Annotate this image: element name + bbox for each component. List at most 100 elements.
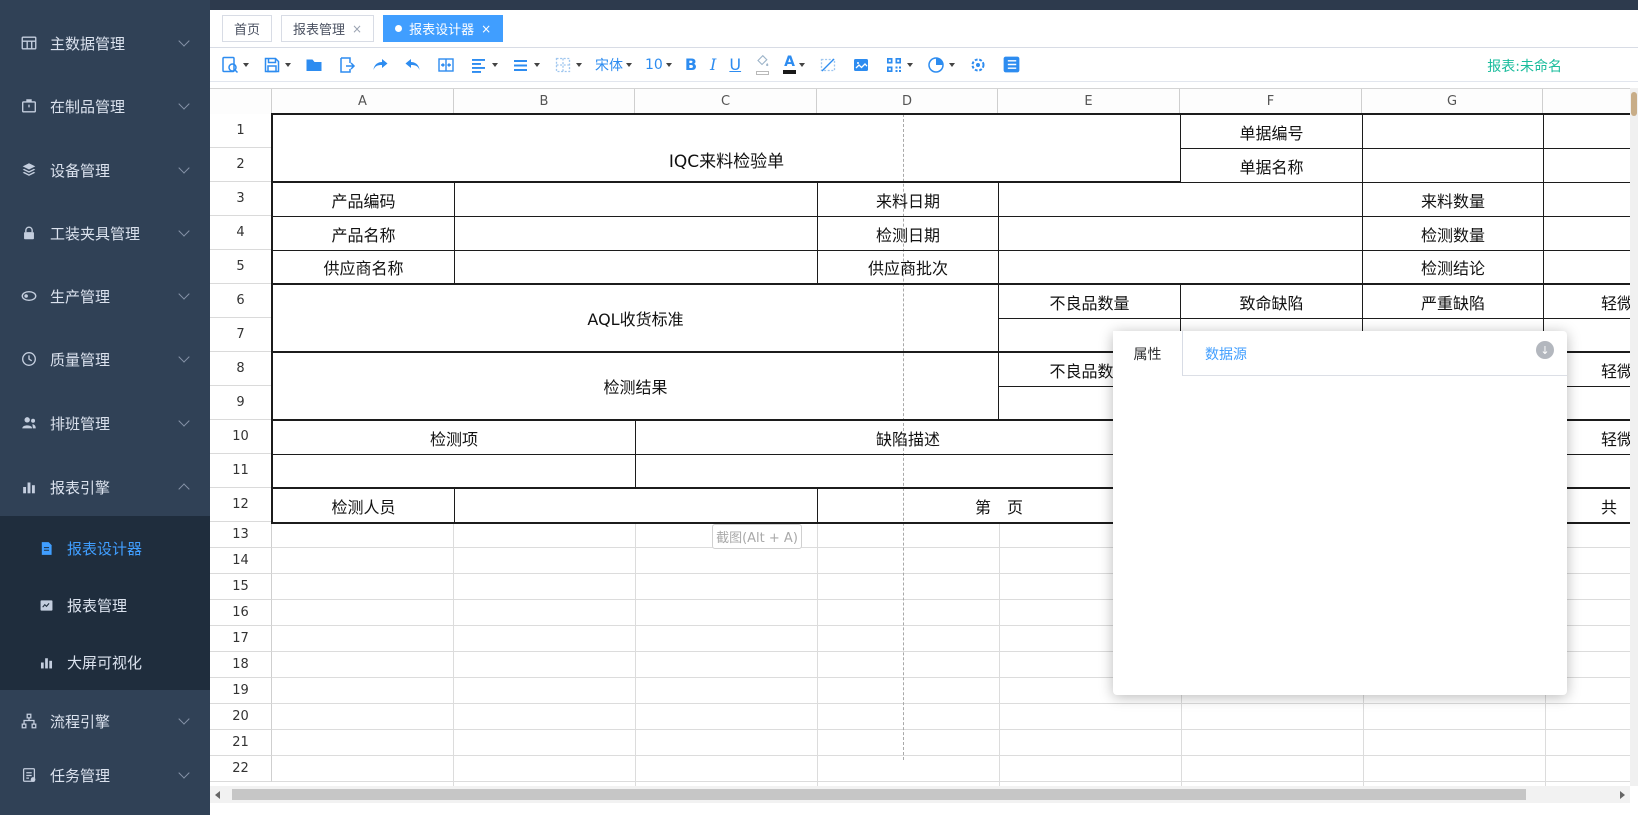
cell-incoming-date-label[interactable]: 来料日期: [817, 182, 999, 217]
row-header-15[interactable]: 15: [210, 574, 272, 600]
panel-toggle-button[interactable]: [1001, 54, 1022, 75]
horizontal-scrollbar-thumb[interactable]: [232, 789, 1526, 800]
row-header-11[interactable]: 11: [210, 454, 272, 488]
row-header-10[interactable]: 10: [210, 420, 272, 454]
align-button[interactable]: [469, 55, 498, 75]
row-header-4[interactable]: 4: [210, 216, 272, 250]
cell-doc-name-label[interactable]: 单据名称: [1180, 148, 1363, 183]
bold-button[interactable]: B: [685, 55, 697, 74]
open-button[interactable]: [304, 55, 324, 75]
row-header-22[interactable]: 22: [210, 756, 272, 782]
undo-button[interactable]: [403, 55, 423, 75]
line-style-button[interactable]: [511, 55, 540, 75]
sidebar-item-equipment[interactable]: 设备管理: [0, 146, 210, 194]
cell-row11[interactable]: [272, 454, 636, 489]
horizontal-scrollbar[interactable]: [210, 786, 1630, 803]
cell-supplier-batch-label[interactable]: 供应商批次: [817, 250, 999, 285]
tab-report-mgmt[interactable]: 报表管理 ×: [281, 15, 374, 42]
column-header-E[interactable]: E: [998, 89, 1180, 115]
sidebar-item-tooling[interactable]: 工装夹具管理: [0, 209, 210, 257]
cell-doc-no-value[interactable]: [1362, 114, 1544, 149]
cell-aql-label[interactable]: AQL收货标准: [272, 284, 999, 353]
italic-button[interactable]: I: [710, 55, 716, 74]
merge-cells-button[interactable]: [436, 55, 456, 75]
cell-product-name-value[interactable]: [454, 216, 818, 251]
column-header-C[interactable]: C: [635, 89, 817, 115]
cell-product-code-value[interactable]: [454, 182, 818, 217]
cell-minor-label[interactable]: 轻微: [1543, 284, 1638, 319]
column-header-F[interactable]: F: [1180, 89, 1362, 115]
cell-incoming-qty-value[interactable]: [1543, 182, 1638, 217]
panel-tab-datasource[interactable]: 数据源: [1183, 331, 1269, 376]
row-header-20[interactable]: 20: [210, 704, 272, 730]
borders-button[interactable]: [553, 55, 582, 75]
chart-button[interactable]: [926, 55, 955, 75]
remove-image-button[interactable]: [818, 55, 838, 75]
row-header-2[interactable]: 2: [210, 148, 272, 182]
cell-supplier-name-value[interactable]: [454, 250, 818, 285]
cell-inspector-value[interactable]: [454, 488, 818, 523]
cell-item-label[interactable]: 检测项: [272, 420, 636, 455]
sidebar-item-big-screen[interactable]: 大屏可视化: [0, 639, 210, 685]
row-header-19[interactable]: 19: [210, 678, 272, 704]
cell-result-label[interactable]: 检测结果: [272, 352, 999, 421]
cell-inspector-label[interactable]: 检测人员: [272, 488, 455, 523]
row-header-16[interactable]: 16: [210, 600, 272, 626]
cell-inspect-date-label[interactable]: 检测日期: [817, 216, 999, 251]
column-header-A[interactable]: A: [272, 89, 454, 115]
cell-defect-desc-label[interactable]: 缺陷描述: [635, 420, 1181, 455]
tab-home[interactable]: 首页: [222, 15, 272, 42]
sidebar-item-report-designer[interactable]: 报表设计器: [0, 525, 210, 571]
row-header-12[interactable]: 12: [210, 488, 272, 522]
cell-row11[interactable]: [635, 454, 1181, 489]
sidebar-item-report-engine[interactable]: 报表引擎: [0, 463, 210, 511]
cell-defect-qty-label[interactable]: 不良品数量: [998, 284, 1181, 319]
cell-doc-name-value2[interactable]: [1543, 148, 1638, 183]
sheet-corner[interactable]: [210, 89, 272, 115]
cell-inspect-qty-value[interactable]: [1543, 216, 1638, 251]
column-header-D[interactable]: D: [817, 89, 998, 115]
cell-supplier-name-label[interactable]: 供应商名称: [272, 250, 455, 285]
sidebar-item-scheduling[interactable]: 排班管理: [0, 399, 210, 447]
row-header-1[interactable]: 1: [210, 114, 272, 148]
row-header-8[interactable]: 8: [210, 352, 272, 386]
column-header-H[interactable]: H: [1543, 89, 1638, 115]
column-header-B[interactable]: B: [454, 89, 635, 115]
redo-button[interactable]: [370, 55, 390, 75]
tab-report-designer[interactable]: 报表设计器 ×: [383, 15, 503, 42]
cell-incoming-date-value[interactable]: [998, 182, 1363, 217]
insert-image-button[interactable]: [851, 55, 871, 75]
row-header-3[interactable]: 3: [210, 182, 272, 216]
cell-fatal-label[interactable]: 致命缺陷: [1180, 284, 1363, 319]
cell-doc-no-label[interactable]: 单据编号: [1180, 114, 1363, 149]
row-header-5[interactable]: 5: [210, 250, 272, 284]
cell-inspect-date-value[interactable]: [998, 216, 1363, 251]
font-size-select[interactable]: 10: [645, 57, 672, 73]
download-button[interactable]: ↓: [1536, 341, 1554, 359]
cell-conclusion-value[interactable]: [1543, 250, 1638, 285]
row-header-9[interactable]: 9: [210, 386, 272, 420]
row-header-18[interactable]: 18: [210, 652, 272, 678]
export-button[interactable]: [337, 55, 357, 75]
cell-inspect-qty-label[interactable]: 检测数量: [1362, 216, 1544, 251]
row-header-14[interactable]: 14: [210, 548, 272, 574]
scroll-left-arrow-icon[interactable]: [215, 791, 220, 799]
sidebar-item-report-mgmt[interactable]: 报表管理: [0, 582, 210, 628]
cell-product-name-label[interactable]: 产品名称: [272, 216, 455, 251]
panel-tab-properties[interactable]: 属性: [1113, 331, 1183, 376]
sidebar-item-task-mgmt[interactable]: 任务管理: [0, 751, 210, 799]
cell-product-code-label[interactable]: 产品编码: [272, 182, 455, 217]
row-header-13[interactable]: 13: [210, 522, 272, 548]
row-header-7[interactable]: 7: [210, 318, 272, 352]
vertical-scrollbar-thumb[interactable]: [1631, 92, 1637, 116]
close-icon[interactable]: ×: [481, 22, 491, 36]
font-color-button[interactable]: A: [783, 55, 805, 74]
sidebar-item-production[interactable]: 生产管理: [0, 272, 210, 320]
cell-doc-no-value2[interactable]: [1543, 114, 1638, 149]
close-icon[interactable]: ×: [352, 22, 362, 36]
cell-incoming-qty-label[interactable]: 来料数量: [1362, 182, 1544, 217]
cell-doc-name-value[interactable]: [1362, 148, 1544, 183]
sidebar-item-quality[interactable]: 质量管理: [0, 335, 210, 383]
cell-form-title[interactable]: IQC来料检验单: [272, 114, 1181, 183]
sidebar-item-master-data[interactable]: 主数据管理: [0, 19, 210, 67]
